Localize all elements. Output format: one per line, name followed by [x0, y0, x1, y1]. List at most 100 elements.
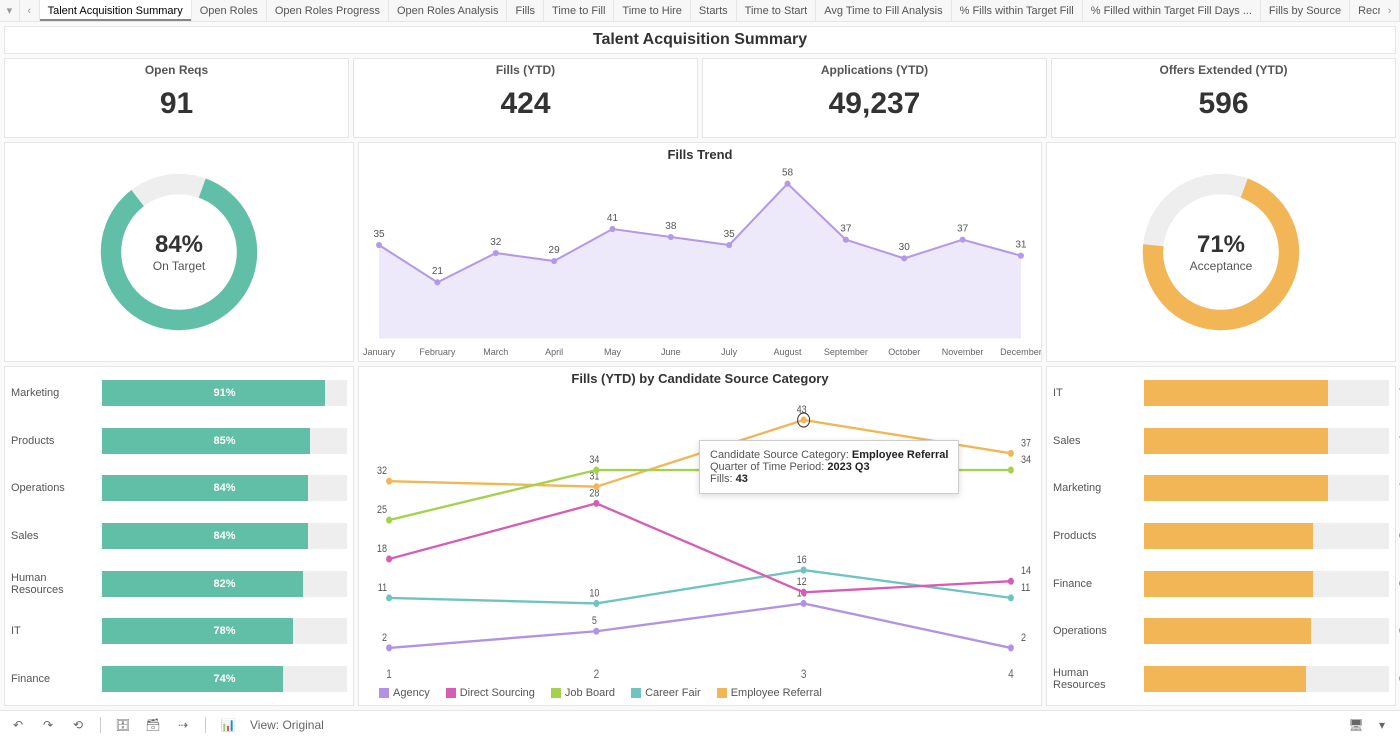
- legend-label: Job Board: [565, 687, 615, 699]
- legend-item[interactable]: Direct Sourcing: [446, 687, 535, 699]
- bar-fill: [1144, 380, 1328, 406]
- bar-row[interactable]: IT78%: [11, 618, 347, 644]
- bar-row[interactable]: Products85%: [11, 428, 347, 454]
- bar-fill: [102, 475, 308, 501]
- legend-label: Employee Referral: [731, 687, 822, 699]
- tabs-prev-button[interactable]: ‹: [20, 0, 40, 21]
- bar-row[interactable]: Human Resources66%: [1053, 666, 1389, 692]
- svg-text:April: April: [545, 347, 563, 357]
- bar-fill: [1144, 618, 1311, 644]
- tab-talent-acquisition-summary[interactable]: Talent Acquisition Summary: [40, 0, 192, 21]
- svg-text:1: 1: [386, 668, 392, 681]
- bar-value: 85%: [213, 428, 235, 454]
- data-source-icon[interactable]: 🗄: [115, 717, 131, 733]
- tab-starts[interactable]: Starts: [691, 0, 737, 21]
- tab-fills[interactable]: Fills: [507, 0, 544, 21]
- donut-percent: 71%: [1197, 231, 1245, 259]
- bar-value: 74%: [213, 666, 235, 692]
- svg-text:October: October: [888, 347, 920, 357]
- tabs-menu-button[interactable]: ▾: [0, 0, 20, 21]
- tab-time-to-hire[interactable]: Time to Hire: [614, 0, 691, 21]
- fills-trend-panel[interactable]: Fills Trend 352132294138355837303731Janu…: [358, 142, 1042, 362]
- bar-category: Marketing: [11, 387, 96, 399]
- svg-text:58: 58: [782, 167, 793, 178]
- view-label[interactable]: View: Original: [250, 718, 324, 732]
- legend-item[interactable]: Job Board: [551, 687, 615, 699]
- bar-row[interactable]: Finance69%: [1053, 571, 1389, 597]
- source-line-chart: 2510211101611182812143231433725343434123…: [359, 390, 1041, 685]
- bar-category: Sales: [1053, 435, 1138, 447]
- svg-text:May: May: [604, 347, 621, 357]
- tab-recruiter-performan[interactable]: Recruiter Performan: [1350, 0, 1380, 21]
- svg-text:29: 29: [549, 245, 560, 256]
- svg-text:41: 41: [607, 213, 618, 224]
- bottom-toolbar: ↶ ↷ ⟲ 🗄 🗃 ⇢ 📊 View: Original 🖥 ▾: [0, 710, 1400, 738]
- dashboard-title: Talent Acquisition Summary: [4, 26, 1396, 54]
- tabs-next-button[interactable]: ›: [1380, 0, 1400, 21]
- tab-fills-by-source[interactable]: Fills by Source: [1261, 0, 1350, 21]
- on-target-donut-panel[interactable]: 84% On Target: [4, 142, 354, 362]
- kpi-fills-ytd[interactable]: Fills (YTD) 424: [353, 58, 698, 138]
- legend-item[interactable]: Career Fair: [631, 687, 701, 699]
- bar-track: 82%: [102, 571, 347, 597]
- tab-filled-within-target-fill-days[interactable]: % Filled within Target Fill Days ...: [1083, 0, 1261, 21]
- source-category-panel[interactable]: Fills (YTD) by Candidate Source Category…: [358, 366, 1042, 706]
- bar-track: 74%: [102, 666, 347, 692]
- svg-text:34: 34: [589, 454, 600, 466]
- bar-value: 82%: [213, 571, 235, 597]
- tab-open-roles[interactable]: Open Roles: [192, 0, 267, 21]
- fills-trend-chart: 352132294138355837303731JanuaryFebruaryM…: [359, 166, 1041, 361]
- tab-avg-time-to-fill-analysis[interactable]: Avg Time to Fill Analysis: [816, 0, 951, 21]
- redo-icon[interactable]: ↷: [40, 717, 56, 733]
- tab-time-to-fill[interactable]: Time to Fill: [544, 0, 614, 21]
- more-icon[interactable]: ▾: [1374, 717, 1390, 733]
- tab-open-roles-progress[interactable]: Open Roles Progress: [267, 0, 389, 21]
- device-layouts-icon[interactable]: 🖥: [1348, 717, 1364, 733]
- bar-row[interactable]: Human Resources82%: [11, 571, 347, 597]
- bar-row[interactable]: Marketing91%: [11, 380, 347, 406]
- bar-track: 78%: [102, 618, 347, 644]
- svg-text:43: 43: [797, 404, 808, 416]
- svg-text:September: September: [824, 347, 868, 357]
- tab-fills-within-target-fill[interactable]: % Fills within Target Fill: [952, 0, 1083, 21]
- undo-icon[interactable]: ↶: [10, 717, 26, 733]
- pause-icon[interactable]: ⇢: [175, 717, 191, 733]
- bar-row[interactable]: IT75%: [1053, 380, 1389, 406]
- svg-text:March: March: [483, 347, 508, 357]
- bar-row[interactable]: Operations84%: [11, 475, 347, 501]
- svg-text:2: 2: [382, 632, 387, 644]
- acceptance-donut-panel[interactable]: 71% Acceptance: [1046, 142, 1396, 362]
- tab-time-to-start[interactable]: Time to Start: [737, 0, 817, 21]
- kpi-offers[interactable]: Offers Extended (YTD) 596: [1051, 58, 1396, 138]
- bar-row[interactable]: Sales75%: [1053, 428, 1389, 454]
- bar-row[interactable]: Products69%: [1053, 523, 1389, 549]
- svg-text:37: 37: [1021, 438, 1031, 450]
- bar-fill: [102, 666, 283, 692]
- tab-open-roles-analysis[interactable]: Open Roles Analysis: [389, 0, 508, 21]
- on-target-bars-panel[interactable]: Marketing91% Products85% Operations84% Sale…: [4, 366, 354, 706]
- acceptance-bars-panel[interactable]: IT75% Sales75% Marketing75% Products69% Fina…: [1046, 366, 1396, 706]
- bar-fill: [1144, 571, 1313, 597]
- svg-text:35: 35: [724, 229, 735, 240]
- bar-track: 68%: [1144, 618, 1389, 644]
- legend-item[interactable]: Employee Referral: [717, 687, 822, 699]
- revert-icon[interactable]: ⟲: [70, 717, 86, 733]
- legend-item[interactable]: Agency: [379, 687, 430, 699]
- kpi-applications[interactable]: Applications (YTD) 49,237: [702, 58, 1047, 138]
- worksheet-tabs: ▾ ‹ Talent Acquisition SummaryOpen Roles…: [0, 0, 1400, 22]
- bar-row[interactable]: Marketing75%: [1053, 475, 1389, 501]
- bar-row[interactable]: Finance74%: [11, 666, 347, 692]
- refresh-icon[interactable]: 🗃: [145, 717, 161, 733]
- bar-row[interactable]: Operations 68%: [1053, 618, 1389, 644]
- view-icon[interactable]: 📊: [220, 717, 236, 733]
- svg-text:10: 10: [589, 588, 600, 600]
- bar-row[interactable]: Sales84%: [11, 523, 347, 549]
- kpi-open-reqs[interactable]: Open Reqs 91: [4, 58, 349, 138]
- fills-trend-title: Fills Trend: [359, 143, 1041, 166]
- bar-fill: [102, 618, 293, 644]
- separator: [100, 717, 101, 733]
- bar-category: Human Resources: [1053, 667, 1138, 691]
- svg-text:11: 11: [1021, 582, 1030, 594]
- bar-category: Operations: [1053, 625, 1138, 637]
- kpi-value: 424: [500, 87, 550, 121]
